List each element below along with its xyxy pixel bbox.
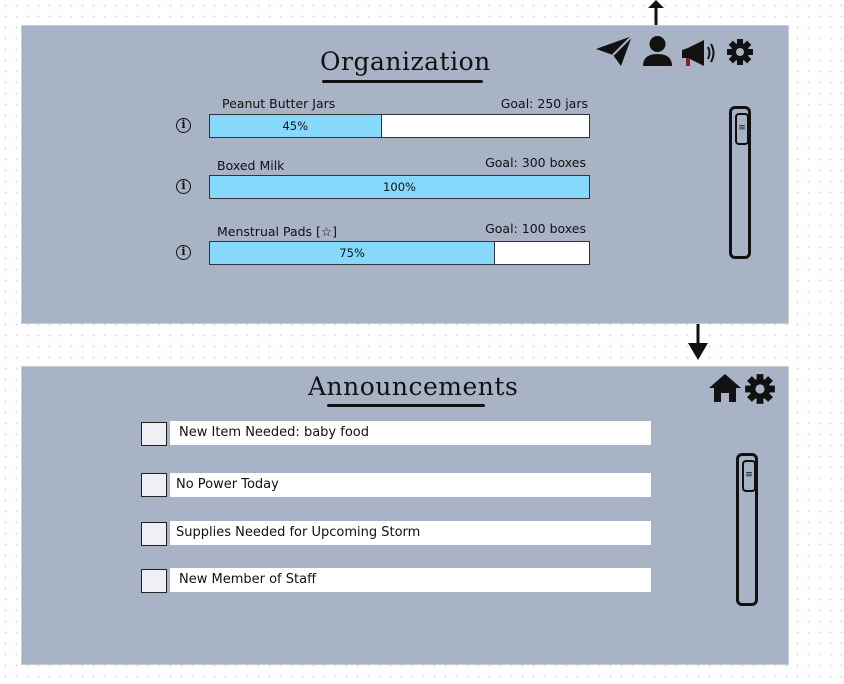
paper-plane-icon[interactable] [595, 35, 633, 67]
progress-text: 75% [339, 246, 365, 260]
info-icon[interactable]: i [176, 179, 191, 194]
announcements-title: Announcements [308, 372, 519, 401]
home-icon[interactable] [708, 373, 742, 403]
announcements-title-underline [327, 404, 485, 407]
gear-icon[interactable] [726, 38, 754, 66]
organization-title-underline [322, 80, 483, 83]
item-name-boxed-milk: Boxed Milk [217, 158, 285, 173]
progress-bar-boxed-milk: 100% [209, 175, 590, 199]
progress-text: 100% [383, 180, 416, 194]
user-icon[interactable] [642, 35, 673, 67]
item-name-menstrual-pads: Menstrual Pads [☆] [217, 224, 337, 239]
info-icon[interactable]: i [176, 245, 191, 260]
item-goal-menstrual-pads: Goal: 100 boxes [485, 221, 586, 236]
organization-scrollbar[interactable]: ≡ [729, 106, 751, 259]
announcement-checkbox[interactable] [141, 569, 167, 593]
announcement-checkbox[interactable] [141, 473, 167, 497]
progress-bar-peanut-butter: 45% [209, 114, 590, 138]
announcement-text[interactable]: No Power Today [170, 473, 651, 497]
progress-bar-menstrual-pads: 75% [209, 241, 590, 265]
item-goal-boxed-milk: Goal: 300 boxes [485, 155, 586, 170]
megaphone-icon[interactable] [680, 36, 718, 68]
item-goal-peanut-butter: Goal: 250 jars [500, 96, 588, 111]
progress-text: 45% [282, 119, 309, 133]
announcement-text[interactable]: Supplies Needed for Upcoming Storm [170, 521, 651, 545]
announcement-text[interactable]: New Item Needed: baby food [170, 421, 651, 445]
arrow-down-head [688, 343, 708, 360]
info-icon[interactable]: i [176, 118, 191, 133]
organization-title: Organization [320, 47, 491, 76]
item-name-peanut-butter: Peanut Butter Jars [222, 96, 336, 111]
gear-icon[interactable] [744, 373, 776, 405]
organization-panel: Organization Peanut Butter Jars Goal: 25… [21, 25, 789, 324]
announcement-text[interactable]: New Member of Staff [170, 568, 651, 592]
scrollbar-thumb[interactable]: ≡ [742, 460, 756, 492]
scrollbar-thumb[interactable]: ≡ [735, 113, 749, 145]
announcement-checkbox[interactable] [141, 522, 167, 546]
announcements-scrollbar[interactable]: ≡ [736, 453, 758, 606]
announcements-panel: Announcements New Item Needed: baby food… [21, 366, 789, 665]
announcement-checkbox[interactable] [141, 422, 167, 446]
arrow-up-head [648, 0, 664, 8]
